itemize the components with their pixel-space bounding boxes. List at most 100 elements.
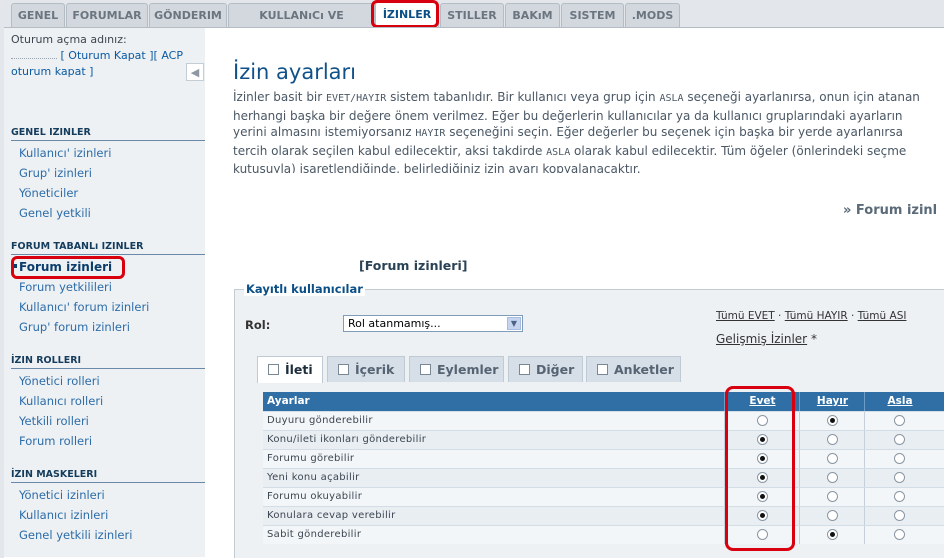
- radio-cell: [799, 488, 865, 506]
- advanced-permissions-link[interactable]: Gelişmiş İzinler: [716, 332, 807, 346]
- perm-tab-label: İleti: [285, 362, 313, 377]
- radio-hayir[interactable]: [827, 510, 838, 521]
- table-row: Forumu görebilir: [263, 449, 944, 468]
- login-info: Oturum açma adınız: [ Oturum Kapat ][ AC…: [11, 32, 201, 80]
- radio-hayir[interactable]: [827, 472, 838, 483]
- radio-hayir[interactable]: [827, 453, 838, 464]
- top-tab-bar: GENEL FORUMLAR GÖNDERIM KULLANıCı VE GRU…: [0, 0, 944, 46]
- perm-tab-icerik[interactable]: İçerik: [327, 356, 405, 382]
- advanced-asterisk: *: [807, 332, 817, 346]
- highlight-forum-izinleri: [11, 256, 125, 279]
- all-no-link[interactable]: Tümü HAYIR: [785, 310, 848, 322]
- table-row: Duyuru gönderebilir: [263, 411, 944, 430]
- perm-tab-ileti[interactable]: İleti: [257, 356, 323, 383]
- radio-asla[interactable]: [894, 510, 905, 521]
- highlight-evet-column: [725, 386, 795, 551]
- checkbox-icon[interactable]: [338, 364, 349, 375]
- sidebar-item-grup-forum-izinleri[interactable]: Grup' forum izinleri: [19, 320, 130, 334]
- tab-forumlar[interactable]: FORUMLAR: [66, 3, 148, 28]
- role-select[interactable]: Rol atanmamış... ▼: [343, 315, 523, 332]
- desc-l5: kutusuyla) işaretlendiğinde, belirlediği…: [233, 162, 641, 173]
- all-yes-link[interactable]: Tümü EVET: [716, 310, 775, 322]
- highlight-izinler-tab: [371, 0, 439, 28]
- sidebar-item-kullanici-izinleri[interactable]: Kullanıcı' izinleri: [19, 146, 111, 160]
- row-label: Konu/ileti ikonları gönderebilir: [267, 434, 427, 445]
- section-forum-tabanli-izinler: FORUM TABANLı IZINLER: [11, 241, 205, 255]
- forum-permissions-link[interactable]: » Forum izinl: [843, 203, 937, 218]
- login-prefix: Oturum açma adınız:: [11, 33, 127, 46]
- row-label: Forumu görebilir: [267, 453, 355, 464]
- tab-sistem[interactable]: SISTEM: [561, 3, 624, 28]
- tab-genel[interactable]: GENEL: [11, 3, 65, 28]
- checkbox-icon[interactable]: [597, 364, 608, 375]
- section-izin-rolleri: İZIN ROLLERI: [11, 355, 205, 369]
- perm-tab-diger[interactable]: Diğer: [508, 356, 583, 382]
- row-label: Sabit gönderebilir: [267, 529, 362, 540]
- desc-l3b: seçeneğini seçin. Eğer değerler bu seçen…: [445, 125, 903, 140]
- perm-tab-anketler[interactable]: Anketler: [586, 356, 681, 382]
- desc-l2: herhangi başka bir değere önem verilmez.…: [233, 108, 903, 123]
- desc-code-evet-hayir: EVET/HAYIR: [326, 93, 387, 104]
- sidebar-item-kullanici-forum-izinleri[interactable]: Kullanıcı' forum izinleri: [19, 300, 149, 314]
- radio-asla[interactable]: [894, 472, 905, 483]
- radio-asla[interactable]: [894, 453, 905, 464]
- page-title: İzin ayarları: [233, 60, 357, 84]
- sidebar-item-grup-izinleri[interactable]: Grup' izinleri: [19, 166, 92, 180]
- table-header: Ayarlar Evet Hayır Asla: [263, 392, 944, 411]
- role-label: Rol:: [245, 318, 271, 332]
- row-label: Konulara cevap verebilir: [267, 510, 396, 521]
- all-never-link[interactable]: Tümü ASI: [858, 310, 907, 322]
- desc-l1a: İzinler basit bir: [233, 90, 327, 104]
- desc-l3a: yerini almasını istemiyorsanız: [233, 125, 416, 140]
- radio-hayir[interactable]: [827, 491, 838, 502]
- row-label: Yeni konu açabilir: [267, 472, 360, 483]
- tab-stiller[interactable]: STILLER: [440, 3, 504, 28]
- header-hayir[interactable]: Hayır: [799, 392, 865, 411]
- radio-cell: [864, 488, 935, 506]
- acp-logout-link-a[interactable]: [ ACP: [154, 49, 183, 62]
- sidebar-item-yonetici-izinleri[interactable]: Yönetici izinleri: [19, 488, 105, 502]
- checkbox-icon[interactable]: [420, 364, 431, 375]
- radio-asla[interactable]: [894, 529, 905, 540]
- radio-cell: [864, 469, 935, 487]
- radio-cell: [799, 469, 865, 487]
- logout-link[interactable]: [ Oturum Kapat ]: [61, 49, 154, 62]
- chevron-down-icon[interactable]: ▼: [507, 317, 521, 330]
- sidebar-item-yetkili-rolleri[interactable]: Yetkili rolleri: [19, 414, 89, 428]
- tab-bakim[interactable]: BAKıM: [505, 3, 560, 28]
- role-select-value: Rol atanmamış...: [348, 317, 441, 330]
- radio-asla[interactable]: [894, 491, 905, 502]
- collapse-sidebar-icon[interactable]: ◀: [186, 63, 204, 81]
- sidebar-item-yonetici-rolleri[interactable]: Yönetici rolleri: [19, 374, 100, 388]
- radio-asla[interactable]: [894, 415, 905, 426]
- sidebar-item-genel-yetkili-izinleri[interactable]: Genel yetkili izinleri: [19, 528, 132, 542]
- checkbox-icon[interactable]: [519, 364, 530, 375]
- header-asla[interactable]: Asla: [864, 392, 935, 411]
- sidebar-item-kullanici-izinleri-mask[interactable]: Kullanıcı izinleri: [19, 508, 108, 522]
- perm-tab-label: Anketler: [614, 362, 674, 377]
- section-izin-maskeleri: İZIN MASKELERI: [11, 469, 205, 483]
- tab-mods[interactable]: .MODS: [625, 3, 680, 28]
- radio-hayir[interactable]: [827, 415, 838, 426]
- sep-2: ·: [847, 310, 858, 322]
- sidebar-item-kullanici-rolleri[interactable]: Kullanıcı rolleri: [19, 394, 103, 408]
- sidebar-item-forum-rolleri[interactable]: Forum rolleri: [19, 434, 92, 448]
- radio-asla[interactable]: [894, 434, 905, 445]
- row-label: Forumu okuyabilir: [267, 491, 363, 502]
- desc-l4a: tercih olarak seçilen kabul edilecektir,…: [233, 143, 547, 158]
- checkbox-icon[interactable]: [268, 364, 279, 375]
- section-genel-izinler: GENEL IZINLER: [11, 127, 205, 141]
- sidebar-item-forum-yetkilileri[interactable]: Forum yetkilileri: [19, 280, 112, 294]
- sep-1: ·: [774, 310, 785, 322]
- radio-hayir[interactable]: [827, 434, 838, 445]
- radio-hayir[interactable]: [827, 529, 838, 540]
- desc-code-asla: ASLA: [659, 93, 684, 104]
- acp-logout-link-b[interactable]: oturum kapat ]: [11, 65, 93, 78]
- tab-gonderim[interactable]: GÖNDERIM: [149, 3, 227, 28]
- sidebar-item-genel-yetkili[interactable]: Genel yetkili: [19, 206, 91, 220]
- table-row: Yeni konu açabilir: [263, 468, 944, 487]
- tab-kullanici-ve-gruplar[interactable]: KULLANıCı VE GRUPLAR: [228, 3, 375, 46]
- table-row: Sabit gönderebilir: [263, 525, 944, 544]
- perm-tab-eylemler[interactable]: Eylemler: [409, 356, 504, 382]
- sidebar-item-yoneticiler[interactable]: Yöneticiler: [19, 186, 78, 200]
